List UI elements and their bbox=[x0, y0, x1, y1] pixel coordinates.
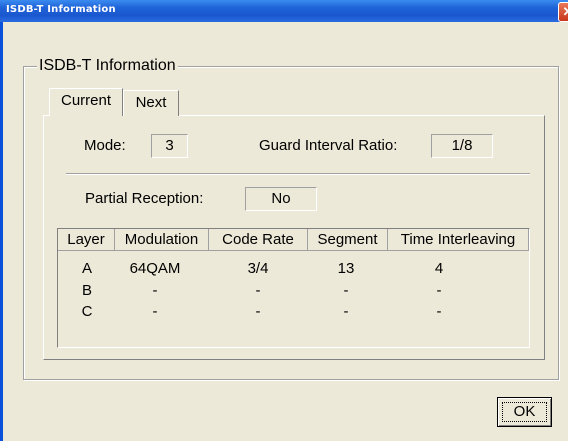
guard-interval-ratio-label: Guard Interval Ratio: bbox=[259, 137, 398, 154]
cell-segment: 13 bbox=[337, 260, 355, 277]
layer-table[interactable]: Layer Modulation Code Rate Segment Time … bbox=[57, 228, 530, 348]
column-header-time-interleaving[interactable]: Time Interleaving bbox=[388, 229, 529, 251]
table-row[interactable]: C - - - - bbox=[58, 303, 529, 321]
window-title: ISDB-T Information bbox=[6, 4, 116, 15]
tab-next[interactable]: Next bbox=[123, 90, 179, 116]
table-row[interactable]: A 64QAM 3/4 13 4 bbox=[58, 260, 529, 278]
cell-segment: - bbox=[343, 282, 349, 299]
column-header-layer[interactable]: Layer bbox=[58, 229, 115, 251]
mode-value: 3 bbox=[151, 134, 188, 158]
mode-label: Mode: bbox=[84, 137, 126, 154]
table-row[interactable]: B - - - - bbox=[58, 282, 529, 300]
partial-reception-value: No bbox=[245, 187, 317, 211]
cell-code-rate: - bbox=[255, 303, 261, 320]
partial-reception-label: Partial Reception: bbox=[85, 190, 204, 207]
cell-code-rate: 3/4 bbox=[247, 260, 269, 277]
focus-rectangle bbox=[502, 402, 547, 422]
close-icon: ✕ bbox=[563, 4, 568, 19]
cell-modulation: - bbox=[152, 303, 158, 320]
column-header-code-rate[interactable]: Code Rate bbox=[209, 229, 308, 251]
column-header-segment[interactable]: Segment bbox=[308, 229, 388, 251]
cell-modulation: 64QAM bbox=[129, 260, 181, 277]
cell-code-rate: - bbox=[255, 282, 261, 299]
cell-modulation: - bbox=[152, 282, 158, 299]
divider bbox=[66, 173, 530, 175]
cell-layer: A bbox=[81, 260, 92, 277]
dialog-window: ISDB-T Information ✕ ISDB-T Information … bbox=[0, 0, 568, 441]
cell-segment: - bbox=[343, 303, 349, 320]
guard-interval-ratio-value: 1/8 bbox=[431, 134, 493, 158]
table-header: Layer Modulation Code Rate Segment Time … bbox=[58, 229, 529, 251]
column-header-modulation[interactable]: Modulation bbox=[115, 229, 209, 251]
cell-layer: C bbox=[81, 303, 93, 320]
ok-button[interactable]: OK bbox=[497, 397, 552, 427]
cell-time-interleaving: - bbox=[436, 282, 442, 299]
cell-time-interleaving: 4 bbox=[434, 260, 444, 277]
close-button[interactable]: ✕ bbox=[558, 2, 568, 22]
cell-layer: B bbox=[81, 282, 92, 299]
window-frame bbox=[0, 22, 3, 441]
cell-time-interleaving: - bbox=[436, 303, 442, 320]
groupbox-label: ISDB-T Information bbox=[37, 57, 178, 75]
tab-current[interactable]: Current bbox=[49, 88, 123, 116]
title-bar[interactable]: ISDB-T Information ✕ bbox=[0, 0, 568, 22]
